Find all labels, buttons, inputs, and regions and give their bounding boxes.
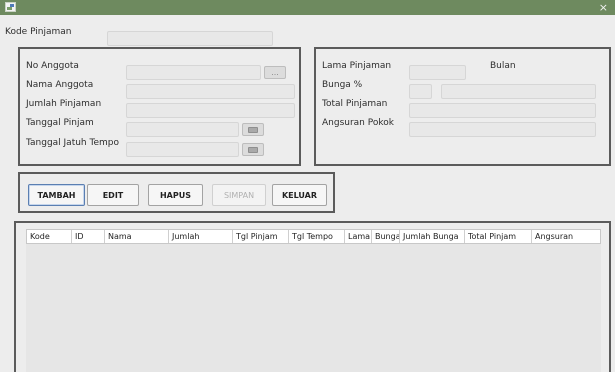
total-pinjaman-field[interactable] (409, 103, 596, 118)
tanggal-pinjam-label: Tanggal Pinjam (26, 118, 94, 128)
calendar-icon (248, 146, 258, 153)
tanggal-jatuh-tempo-picker-button[interactable] (242, 143, 264, 156)
lama-pinjaman-label: Lama Pinjaman (322, 61, 392, 71)
column-header-tgl-tempo[interactable]: Tgl Tempo (289, 230, 345, 243)
tanggal-jatuh-tempo-label: Tanggal Jatuh Tempo (26, 138, 119, 148)
angsuran-pokok-field[interactable] (409, 122, 596, 137)
column-header-jumlah-bunga[interactable]: Jumlah Bunga (400, 230, 465, 243)
total-pinjaman-label: Total Pinjaman (322, 99, 388, 109)
column-header-bunga[interactable]: Bunga (372, 230, 400, 243)
column-header-nama[interactable]: Nama (105, 230, 169, 243)
tanggal-pinjam-picker-button[interactable] (242, 123, 264, 136)
angsuran-pokok-label: Angsuran Pokok (322, 118, 394, 128)
loan-panel: Lama Pinjaman Bulan Bunga % Total Pinjam… (314, 47, 611, 166)
bunga-label: Bunga % (322, 80, 363, 90)
column-header-jumlah[interactable]: Jumlah (169, 230, 233, 243)
close-icon[interactable]: × (599, 0, 608, 15)
nama-anggota-label: Nama Anggota (26, 80, 94, 90)
column-header-id[interactable]: ID (72, 230, 105, 243)
jumlah-pinjaman-label: Jumlah Pinjaman (26, 99, 102, 109)
loan-form-window: Kode Pinjaman No Anggota ... Nama Anggot… (0, 15, 615, 372)
kode-pinjaman-field[interactable] (107, 31, 273, 46)
hapus-button[interactable]: HAPUS (148, 184, 203, 206)
member-panel: No Anggota ... Nama Anggota Jumlah Pinja… (18, 47, 301, 166)
lama-pinjaman-field[interactable] (409, 65, 466, 80)
bunga-amount-field[interactable] (441, 84, 596, 99)
nama-anggota-field[interactable] (126, 84, 295, 99)
calendar-icon (248, 126, 258, 133)
keluar-button[interactable]: KELUAR (272, 184, 327, 206)
title-bar: × (0, 0, 615, 15)
simpan-button[interactable]: SIMPAN (212, 184, 266, 206)
ellipsis-icon: ... (271, 67, 279, 77)
tambah-button[interactable]: TAMBAH (28, 184, 85, 206)
lookup-anggota-button[interactable]: ... (264, 66, 286, 79)
table-header: Kode ID Nama Jumlah Tgl Pinjam Tgl Tempo… (26, 229, 601, 244)
tanggal-jatuh-tempo-field[interactable] (126, 142, 239, 157)
column-header-kode[interactable]: Kode (27, 230, 72, 243)
table-panel: Kode ID Nama Jumlah Tgl Pinjam Tgl Tempo… (14, 221, 611, 372)
column-header-tgl-pinjam[interactable]: Tgl Pinjam (233, 230, 289, 243)
lama-pinjaman-unit: Bulan (490, 61, 516, 71)
loan-table[interactable]: Kode ID Nama Jumlah Tgl Pinjam Tgl Tempo… (26, 229, 601, 372)
column-header-total-pinjam[interactable]: Total Pinjam (465, 230, 532, 243)
no-anggota-label: No Anggota (26, 61, 79, 71)
bunga-field[interactable] (409, 84, 432, 99)
column-header-angsuran[interactable]: Angsuran (532, 230, 600, 243)
column-header-lama[interactable]: Lama (345, 230, 372, 243)
no-anggota-field[interactable] (126, 65, 261, 80)
tanggal-pinjam-field[interactable] (126, 122, 239, 137)
kode-pinjaman-label: Kode Pinjaman (5, 27, 72, 37)
edit-button[interactable]: EDIT (87, 184, 139, 206)
jumlah-pinjaman-field[interactable] (126, 103, 295, 118)
action-button-panel: TAMBAH EDIT HAPUS SIMPAN KELUAR (18, 172, 335, 213)
app-icon (5, 2, 16, 12)
